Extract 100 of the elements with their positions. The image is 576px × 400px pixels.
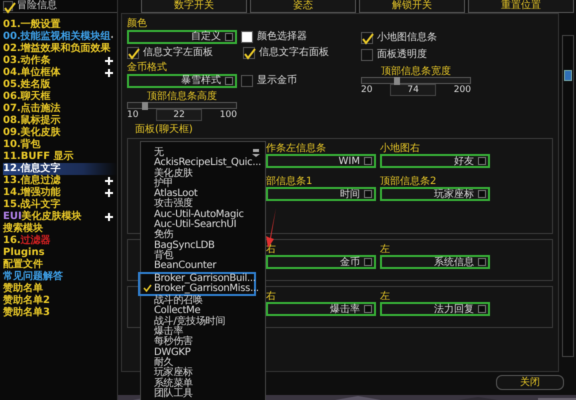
color-swatch[interactable] <box>241 31 253 43</box>
menu-item[interactable]: 玩家座标 <box>143 368 262 379</box>
slider-thumb[interactable] <box>394 77 400 85</box>
menu-item[interactable]: 战斗的召唤 <box>143 296 262 306</box>
sidebar-item[interactable]: 13.信息过滤 <box>3 175 117 187</box>
menu-item[interactable]: BeanCounter <box>143 261 262 272</box>
menu-item[interactable]: 团队工具 <box>143 388 262 400</box>
sidebar-item[interactable]: 赞助名单2 <box>3 295 117 307</box>
dropdown[interactable]: 好友 <box>380 154 490 168</box>
field-label: 小地图右 <box>380 143 421 154</box>
menu-item[interactable]: 攻击强度 <box>143 199 262 210</box>
scrollbar-track[interactable] <box>562 35 574 357</box>
menu-item[interactable]: 无 <box>143 148 262 158</box>
dropdown[interactable]: 玩家座标 <box>380 187 490 202</box>
group-title: 面板(聊天框) <box>135 124 193 136</box>
scroll-arrows-icon[interactable] <box>251 148 261 158</box>
menu-item[interactable]: 系统菜单 <box>143 378 262 389</box>
sidebar-item[interactable]: 09.美化皮肤 <box>3 127 117 139</box>
sidebar-item[interactable]: 赞助名单 <box>3 283 117 295</box>
slider-min: 20 <box>361 85 372 96</box>
dropdown-button-icon <box>225 77 233 85</box>
sidebar-item[interactable]: Plugins <box>3 247 117 259</box>
checkbox-label: 信息文字左面板 <box>143 47 213 59</box>
field-label: 颜色 <box>127 18 148 29</box>
menu-item[interactable]: CollectMe <box>143 306 262 317</box>
checkbox-label: 信息文字右面板 <box>259 47 329 59</box>
menu-item[interactable]: BagSyncLDB <box>143 240 262 251</box>
menu-item[interactable]: Auc-Util-SearchUI <box>143 220 262 230</box>
slider-label: 顶部信息条高度 <box>146 91 218 102</box>
sidebar-item[interactable]: 搜索模块 <box>3 223 117 235</box>
menu-item[interactable]: 免伤 <box>143 230 262 241</box>
field-label: 右 <box>266 291 277 302</box>
dropdown-button-icon <box>364 157 372 166</box>
menu-item[interactable]: 美化皮肤 <box>143 168 262 179</box>
dropdown-button-icon <box>478 305 486 314</box>
field-label: 左 <box>380 291 391 302</box>
slider-track[interactable] <box>127 102 237 109</box>
slider-value-field[interactable]: 74 <box>390 84 436 96</box>
dropdown-button-icon <box>478 157 486 166</box>
menu-item[interactable]: 护甲 <box>143 178 262 190</box>
dropdown[interactable]: 系统信息 <box>380 255 490 270</box>
tab[interactable]: 重置位置 <box>468 0 574 13</box>
sidebar-item[interactable]: 07.点击施法 <box>3 103 117 115</box>
slider-thumb[interactable] <box>142 102 148 110</box>
sidebar-item[interactable]: 赞助名单3 <box>3 307 117 319</box>
dropdown[interactable]: 金币 <box>266 255 376 270</box>
sidebar-item[interactable]: 15.战斗文字 <box>3 199 117 211</box>
sidebar-item[interactable]: 08.鼠标提示 <box>3 115 117 127</box>
slider-label: 顶部信息条宽度 <box>380 66 452 77</box>
checkbox-label: 颜色选择器 <box>257 31 307 43</box>
slider-value-field[interactable]: 22 <box>156 109 202 122</box>
dropdown[interactable]: 自定义 <box>127 30 237 44</box>
slider-max: 100 <box>220 110 237 120</box>
dropdown-button-icon <box>364 305 372 314</box>
sidebar-item[interactable]: 00.技能监视相关模块组 <box>3 31 117 43</box>
dropdown-button-icon <box>364 190 372 198</box>
field-label: 金币格式 <box>127 62 168 73</box>
dropdown-button-icon <box>225 33 233 41</box>
dropdown-button-icon <box>364 258 372 266</box>
menu-item[interactable]: DWGKP <box>143 348 262 358</box>
sidebar-item[interactable]: 11.BUFF 显示 <box>3 151 117 163</box>
dropdown-button-icon <box>478 258 486 266</box>
sidebar-item[interactable]: EUI美化皮肤模块 <box>3 211 117 223</box>
sidebar-item[interactable]: 10.背包 <box>3 139 117 151</box>
checkbox[interactable] <box>243 47 255 59</box>
checkbox[interactable] <box>127 47 139 59</box>
sidebar-item[interactable]: 04.单位框体 <box>3 67 117 79</box>
checkbox[interactable] <box>361 32 373 44</box>
menu-item[interactable]: 每秒伤害 <box>143 337 262 348</box>
dropdown[interactable]: 法力回复 <box>380 302 490 316</box>
sidebar-item[interactable]: 01.一般设置 <box>3 19 117 31</box>
sidebar-item[interactable]: 14.增强功能 <box>3 187 117 199</box>
slider-track[interactable] <box>361 77 471 84</box>
sidebar-item[interactable]: 常见问题解答 <box>3 271 117 283</box>
checkbox[interactable] <box>241 75 253 87</box>
close-button[interactable]: 关闭 <box>496 375 564 390</box>
checkbox[interactable] <box>361 49 373 61</box>
sidebar-item[interactable]: 12.信息文字 <box>3 163 117 175</box>
field-label: 顶部信息条2 <box>380 176 438 188</box>
menu-item[interactable]: 背包 <box>143 250 262 262</box>
field-label: 作条左信息条 <box>266 143 327 154</box>
sidebar-item[interactable]: 03.动作条 <box>3 55 117 67</box>
field-label: 部信息条1 <box>266 176 314 188</box>
menu-item[interactable]: AckisRecipeList_Quic... <box>143 158 262 169</box>
sidebar-item[interactable]: 16.过滤器 <box>3 235 117 247</box>
check-icon <box>143 284 152 292</box>
dropdown[interactable]: 时间 <box>266 187 376 202</box>
checkbox-label: 面板透明度 <box>377 49 427 61</box>
sidebar-item[interactable]: 06.聊天框 <box>3 91 117 103</box>
field-label: 右 <box>266 244 277 256</box>
tab[interactable]: 姿态 <box>250 0 356 13</box>
dropdown[interactable]: WIM <box>266 154 376 168</box>
checkbox[interactable] <box>3 1 13 11</box>
sidebar-item[interactable]: 05.姓名版 <box>3 79 117 91</box>
dropdown[interactable]: 爆击率 <box>266 302 376 316</box>
dropdown[interactable]: 暴雪样式 <box>127 74 237 88</box>
scrollbar-thumb[interactable] <box>564 70 572 81</box>
sidebar-item[interactable]: 02.增益效果和负面效果 <box>3 43 117 55</box>
sidebar-item[interactable]: 配置文件 <box>3 259 117 271</box>
menu-item[interactable]: Auc-Util-AutoMagic <box>143 210 262 220</box>
